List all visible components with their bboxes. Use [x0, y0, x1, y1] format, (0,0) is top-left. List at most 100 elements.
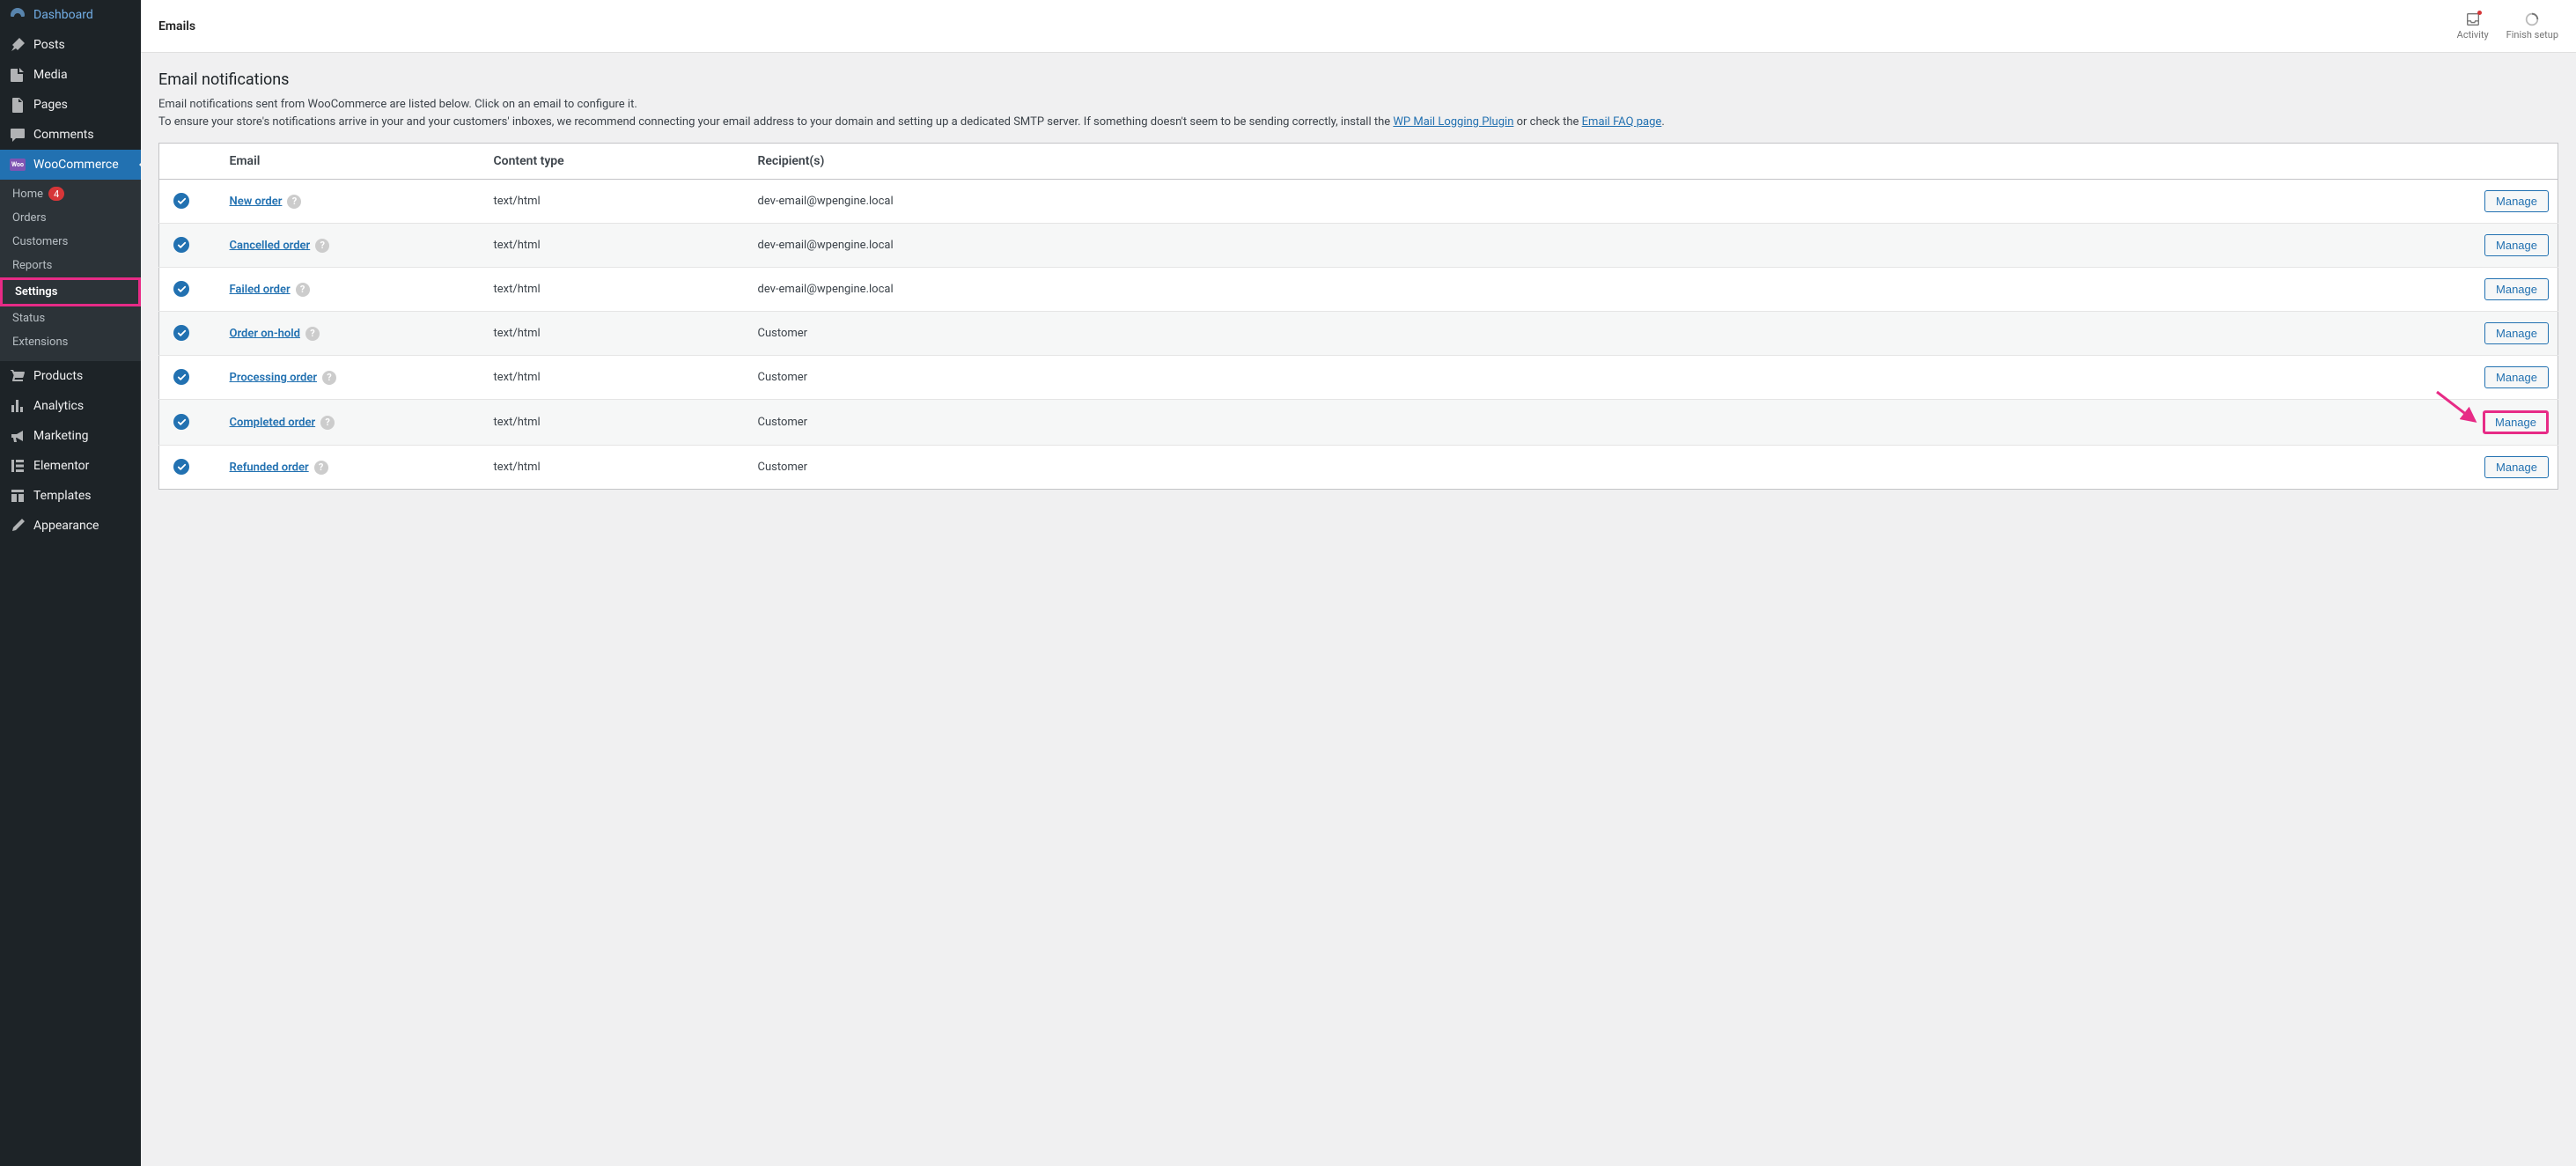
help-icon[interactable]: ? — [296, 283, 310, 297]
manage-button[interactable]: Manage — [2484, 366, 2549, 388]
col-content-type[interactable]: Content type — [485, 144, 749, 180]
email-row: Completed order? text/htmlCustomer Manage — [159, 400, 2558, 446]
email-name-link[interactable]: Cancelled order — [230, 239, 311, 252]
pages-icon — [9, 96, 26, 114]
sidebar-item-elementor[interactable]: Elementor — [0, 451, 141, 481]
sidebar-item-label: Posts — [33, 38, 65, 52]
email-row: Processing order?text/htmlCustomerManage — [159, 356, 2558, 400]
section-description: Email notifications sent from WooCommerc… — [158, 96, 2558, 130]
submenu-item-orders[interactable]: Orders — [0, 206, 141, 230]
manage-button[interactable]: Manage — [2483, 410, 2549, 434]
email-row: Failed order? text/htmldev-email@wpengine… — [159, 268, 2558, 312]
pin-icon — [9, 36, 26, 54]
content-type-cell: text/html — [485, 400, 749, 446]
elementor-icon — [9, 457, 26, 475]
status-enabled-icon — [173, 193, 189, 209]
submenu-item-label: Settings — [15, 285, 57, 299]
email-name-link[interactable]: Completed order — [230, 416, 316, 429]
sidebar-item-label: Templates — [33, 489, 92, 503]
sidebar-item-label: Pages — [33, 98, 68, 112]
manage-button[interactable]: Manage — [2484, 278, 2549, 300]
content-type-cell: text/html — [485, 268, 749, 312]
manage-button[interactable]: Manage — [2484, 190, 2549, 212]
submenu-item-customers[interactable]: Customers — [0, 230, 141, 254]
sidebar-item-pages[interactable]: Pages — [0, 90, 141, 120]
email-name-link[interactable]: Failed order — [230, 283, 291, 296]
sidebar-item-label: Analytics — [33, 399, 84, 413]
content-type-cell: text/html — [485, 312, 749, 356]
status-enabled-icon — [173, 414, 189, 430]
status-enabled-icon — [173, 369, 189, 385]
submenu-item-label: Home — [12, 188, 43, 201]
manage-button[interactable]: Manage — [2484, 234, 2549, 256]
activity-label: Activity — [2457, 29, 2489, 41]
analytics-icon — [9, 397, 26, 415]
manage-button[interactable]: Manage — [2484, 456, 2549, 478]
progress-ring-icon — [2524, 11, 2540, 27]
sidebar-item-products[interactable]: Products — [0, 361, 141, 391]
help-icon[interactable]: ? — [315, 239, 329, 253]
help-icon[interactable]: ? — [322, 371, 336, 385]
inbox-icon — [2465, 11, 2481, 27]
recipient-cell: Customer — [749, 446, 2462, 490]
sidebar-item-label: Dashboard — [33, 8, 93, 22]
submenu-item-label: Reports — [12, 259, 52, 272]
email-row: New order? text/htmldev-email@wpengine.lo… — [159, 180, 2558, 224]
help-icon[interactable]: ? — [320, 416, 335, 430]
sidebar-item-templates[interactable]: Templates — [0, 481, 141, 511]
page-title: Emails — [158, 19, 195, 33]
col-recipients[interactable]: Recipient(s) — [749, 144, 2462, 180]
submenu-item-reports[interactable]: Reports — [0, 254, 141, 277]
submenu-item-extensions[interactable]: Extensions — [0, 330, 141, 354]
sidebar-item-posts[interactable]: Posts — [0, 30, 141, 60]
email-name-link[interactable]: Refunded order — [230, 461, 309, 474]
email-name-link[interactable]: Order on-hold — [230, 327, 300, 340]
finish-setup-label: Finish setup — [2506, 29, 2558, 41]
email-name-link[interactable]: New order — [230, 195, 283, 208]
recipient-cell: Customer — [749, 356, 2462, 400]
recipient-cell: Customer — [749, 400, 2462, 446]
finish-setup-button[interactable]: Finish setup — [2506, 11, 2558, 41]
submenu-item-status[interactable]: Status — [0, 306, 141, 330]
email-faq-link[interactable]: Email FAQ page — [1582, 115, 1662, 129]
submenu-item-home[interactable]: Home4 — [0, 181, 141, 206]
manage-button[interactable]: Manage — [2484, 322, 2549, 344]
sidebar-item-comments[interactable]: Comments — [0, 120, 141, 150]
sidebar-item-woocommerce[interactable]: WooWooCommerce — [0, 150, 141, 180]
wp-mail-logging-link[interactable]: WP Mail Logging Plugin — [1393, 115, 1513, 129]
help-icon[interactable]: ? — [314, 461, 328, 475]
sidebar-item-label: Products — [33, 369, 83, 383]
sidebar-item-analytics[interactable]: Analytics — [0, 391, 141, 421]
email-name-link[interactable]: Processing order — [230, 371, 318, 384]
sidebar-item-dashboard[interactable]: Dashboard — [0, 0, 141, 30]
submenu-item-settings[interactable]: Settings — [0, 277, 141, 306]
email-table: Email Content type Recipient(s) New orde… — [158, 143, 2558, 490]
sidebar-item-label: Elementor — [33, 459, 89, 473]
activity-dot — [2477, 11, 2482, 15]
sidebar-item-label: Marketing — [33, 429, 89, 443]
sidebar-item-label: Comments — [33, 128, 94, 142]
status-enabled-icon — [173, 281, 189, 297]
help-icon[interactable]: ? — [287, 195, 301, 209]
status-enabled-icon — [173, 325, 189, 341]
comments-icon — [9, 126, 26, 144]
submenu-item-label: Extensions — [12, 336, 68, 349]
recipient-cell: Customer — [749, 312, 2462, 356]
col-email[interactable]: Email — [221, 144, 485, 180]
help-icon[interactable]: ? — [305, 327, 320, 341]
sidebar-item-media[interactable]: Media — [0, 60, 141, 90]
sidebar-item-appearance[interactable]: Appearance — [0, 511, 141, 541]
activity-button[interactable]: Activity — [2457, 11, 2489, 41]
admin-sidebar: Dashboard Posts Media Pages Comments WooWooCo… — [0, 0, 141, 1166]
content-type-cell: text/html — [485, 180, 749, 224]
email-row: Cancelled order?text/htmldev-email@wpeng… — [159, 224, 2558, 268]
sidebar-item-marketing[interactable]: Marketing — [0, 421, 141, 451]
recipient-cell: dev-email@wpengine.local — [749, 224, 2462, 268]
recipient-cell: dev-email@wpengine.local — [749, 268, 2462, 312]
content-type-cell: text/html — [485, 446, 749, 490]
sidebar-item-label: Appearance — [33, 519, 99, 533]
sidebar-item-label: WooCommerce — [33, 158, 119, 172]
submenu-item-label: Status — [12, 312, 45, 325]
section-heading: Email notifications — [158, 70, 2558, 89]
recipient-cell: dev-email@wpengine.local — [749, 180, 2462, 224]
